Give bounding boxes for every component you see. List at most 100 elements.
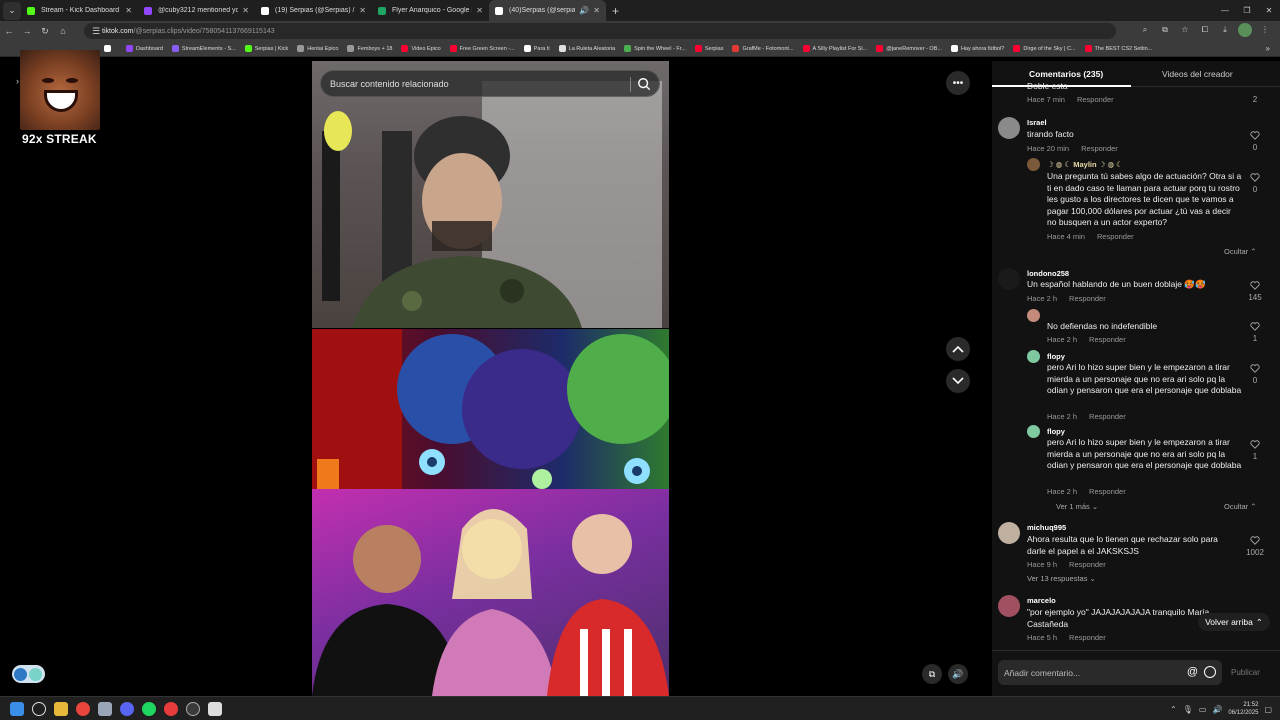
profile-avatar[interactable]: [1238, 23, 1252, 37]
reply-link[interactable]: Responder: [1069, 560, 1106, 569]
clock[interactable]: 21:52 06/12/2025: [1228, 701, 1258, 717]
avatar[interactable]: [998, 268, 1020, 290]
app-icon[interactable]: [164, 702, 178, 716]
collapse-arrow-icon[interactable]: ›: [16, 76, 19, 86]
see-more-replies-link[interactable]: Ver 1 más ⌄: [1056, 502, 1098, 511]
heart-icon[interactable]: [1250, 536, 1260, 545]
avatar[interactable]: [998, 522, 1020, 544]
minimize-icon[interactable]: —: [1214, 0, 1236, 21]
comment-username[interactable]: ☽ ◍ ☾ Maylin ☽ ◍ ☾: [1047, 160, 1123, 169]
view-replies-link[interactable]: Ver 13 respuestas ⌄: [1027, 574, 1096, 583]
close-tab-icon[interactable]: ✕: [476, 6, 483, 15]
app-icon[interactable]: [208, 702, 222, 716]
install-app-icon[interactable]: ⧉: [1158, 23, 1172, 37]
tab-creator-videos[interactable]: Videos del creador: [1162, 69, 1233, 79]
reply-link[interactable]: Responder: [1089, 487, 1126, 496]
comment-username[interactable]: flopy: [1047, 427, 1065, 436]
close-window-icon[interactable]: ✕: [1258, 0, 1280, 21]
bookmark-item[interactable]: StreamElements - S...: [171, 45, 236, 52]
file-explorer-icon[interactable]: [54, 702, 68, 716]
spotify-icon[interactable]: [142, 702, 156, 716]
reply-link[interactable]: Responder: [1069, 294, 1106, 303]
bookmark-item[interactable]: The BEST CS2 Settin...: [1084, 45, 1152, 52]
app-icon[interactable]: [98, 702, 112, 716]
avatar[interactable]: [1027, 425, 1040, 438]
browser-tab[interactable]: (19) Serpias (@Serpias) / X ✕: [255, 0, 372, 21]
bookmark-item[interactable]: La Ruleta Aleatoria: [558, 45, 615, 52]
site-info-icon[interactable]: ☰: [90, 26, 102, 37]
avatar[interactable]: [998, 595, 1020, 617]
bookmark-item[interactable]: @janeRemover - OB...: [876, 45, 942, 52]
network-icon[interactable]: ▭: [1199, 705, 1207, 714]
bookmark-item[interactable]: Dashboard: [126, 45, 163, 52]
browser-tab[interactable]: @cuby3212 mentioned you ✕: [138, 0, 255, 21]
bookmark-item[interactable]: Video Epico: [401, 45, 441, 52]
bookmark-item[interactable]: Femboys + 18: [347, 45, 392, 52]
new-tab-button[interactable]: +: [612, 4, 619, 18]
related-search-input[interactable]: Buscar contenido relacionado: [320, 70, 660, 97]
bookmark-item[interactable]: Hentai Epico: [297, 45, 338, 52]
avatar[interactable]: [1027, 158, 1040, 171]
miniplayer-button[interactable]: ⧉: [922, 664, 942, 684]
comment-input[interactable]: Añadir comentario... @: [998, 660, 1222, 685]
avatar[interactable]: [1027, 309, 1040, 322]
hide-replies-link[interactable]: Ocultar ⌃: [1224, 247, 1257, 256]
back-icon[interactable]: ←: [0, 26, 18, 36]
browser-tab-active[interactable]: (40)Serpias (@serpias) | Tik🔊✕: [489, 0, 606, 21]
browser-tab[interactable]: Stream - Kick Dashboard ✕: [21, 0, 138, 21]
bookmark-item[interactable]: [104, 45, 114, 52]
close-tab-icon[interactable]: ✕: [359, 6, 366, 15]
zoom-icon[interactable]: ⌕: [1138, 23, 1152, 37]
comment-username[interactable]: marcelo: [1027, 596, 1056, 605]
tab-search-button[interactable]: ⌄: [3, 1, 21, 20]
chrome-icon[interactable]: [76, 702, 90, 716]
close-tab-icon[interactable]: ✕: [242, 6, 249, 15]
comment-username[interactable]: londono258: [1027, 269, 1069, 278]
hide-replies-link[interactable]: Ocultar ⌃: [1224, 502, 1257, 511]
discord-icon[interactable]: [120, 702, 134, 716]
video-panel-people[interactable]: [312, 489, 669, 696]
microphone-icon[interactable]: 🎙: [1183, 705, 1193, 714]
heart-icon[interactable]: [1250, 364, 1260, 373]
bookmark-item[interactable]: Spin the Wheel - Fr...: [624, 45, 686, 52]
forward-icon[interactable]: →: [18, 26, 36, 36]
mention-icon[interactable]: @: [1187, 666, 1198, 678]
bookmark-item[interactable]: GrafMe - Fotomont...: [732, 45, 794, 52]
reload-icon[interactable]: ↻: [36, 26, 54, 37]
heart-icon[interactable]: [1250, 173, 1260, 182]
browser-tab[interactable]: Flyer Anarquico - Google Drive✕: [372, 0, 489, 21]
video-panel-animation[interactable]: [312, 329, 669, 489]
search-icon[interactable]: [32, 702, 46, 716]
comment-username[interactable]: michuq995: [1027, 523, 1066, 532]
volume-icon[interactable]: 🔊: [1212, 705, 1222, 714]
extension-toggle[interactable]: [12, 665, 45, 683]
video-panel-webcam[interactable]: [312, 61, 669, 328]
tab-comments[interactable]: Comentarios (235): [1029, 69, 1103, 79]
downloads-icon[interactable]: ⤓: [1218, 23, 1232, 37]
emoji-icon[interactable]: [1204, 666, 1216, 678]
volume-button[interactable]: 🔊: [948, 664, 968, 684]
avatar[interactable]: [998, 117, 1020, 139]
avatar[interactable]: [1027, 350, 1040, 363]
heart-icon[interactable]: [1250, 281, 1260, 290]
maximize-icon[interactable]: ❐: [1236, 0, 1258, 21]
bookmark-item[interactable]: Serpias | Kick: [244, 45, 288, 52]
bookmark-star-icon[interactable]: ☆: [1178, 23, 1192, 37]
search-icon[interactable]: [637, 77, 651, 91]
comment-username[interactable]: Israel: [1027, 118, 1047, 127]
close-tab-icon[interactable]: ✕: [593, 6, 600, 15]
more-bookmarks-icon[interactable]: »: [1266, 44, 1270, 53]
next-video-button[interactable]: [946, 369, 970, 393]
bookmark-item[interactable]: Free Green Screen -...: [449, 45, 515, 52]
bookmark-item[interactable]: Para ti: [523, 45, 550, 52]
back-to-top-button[interactable]: Volver arriba ⌃: [1198, 613, 1270, 631]
extensions-icon[interactable]: ⧠: [1198, 23, 1212, 37]
tray-overflow-icon[interactable]: ⌃: [1170, 705, 1177, 714]
browser-menu-icon[interactable]: ⋮: [1258, 23, 1272, 37]
comment-username[interactable]: flopy: [1047, 352, 1065, 361]
home-icon[interactable]: ⌂: [54, 26, 72, 36]
more-options-button[interactable]: •••: [946, 71, 970, 95]
reply-link[interactable]: Responder: [1069, 633, 1106, 642]
url-field[interactable]: ☰ tiktok.com/@serpias.clips/video/758054…: [84, 23, 1116, 39]
notification-icon[interactable]: ▢: [1264, 705, 1272, 714]
